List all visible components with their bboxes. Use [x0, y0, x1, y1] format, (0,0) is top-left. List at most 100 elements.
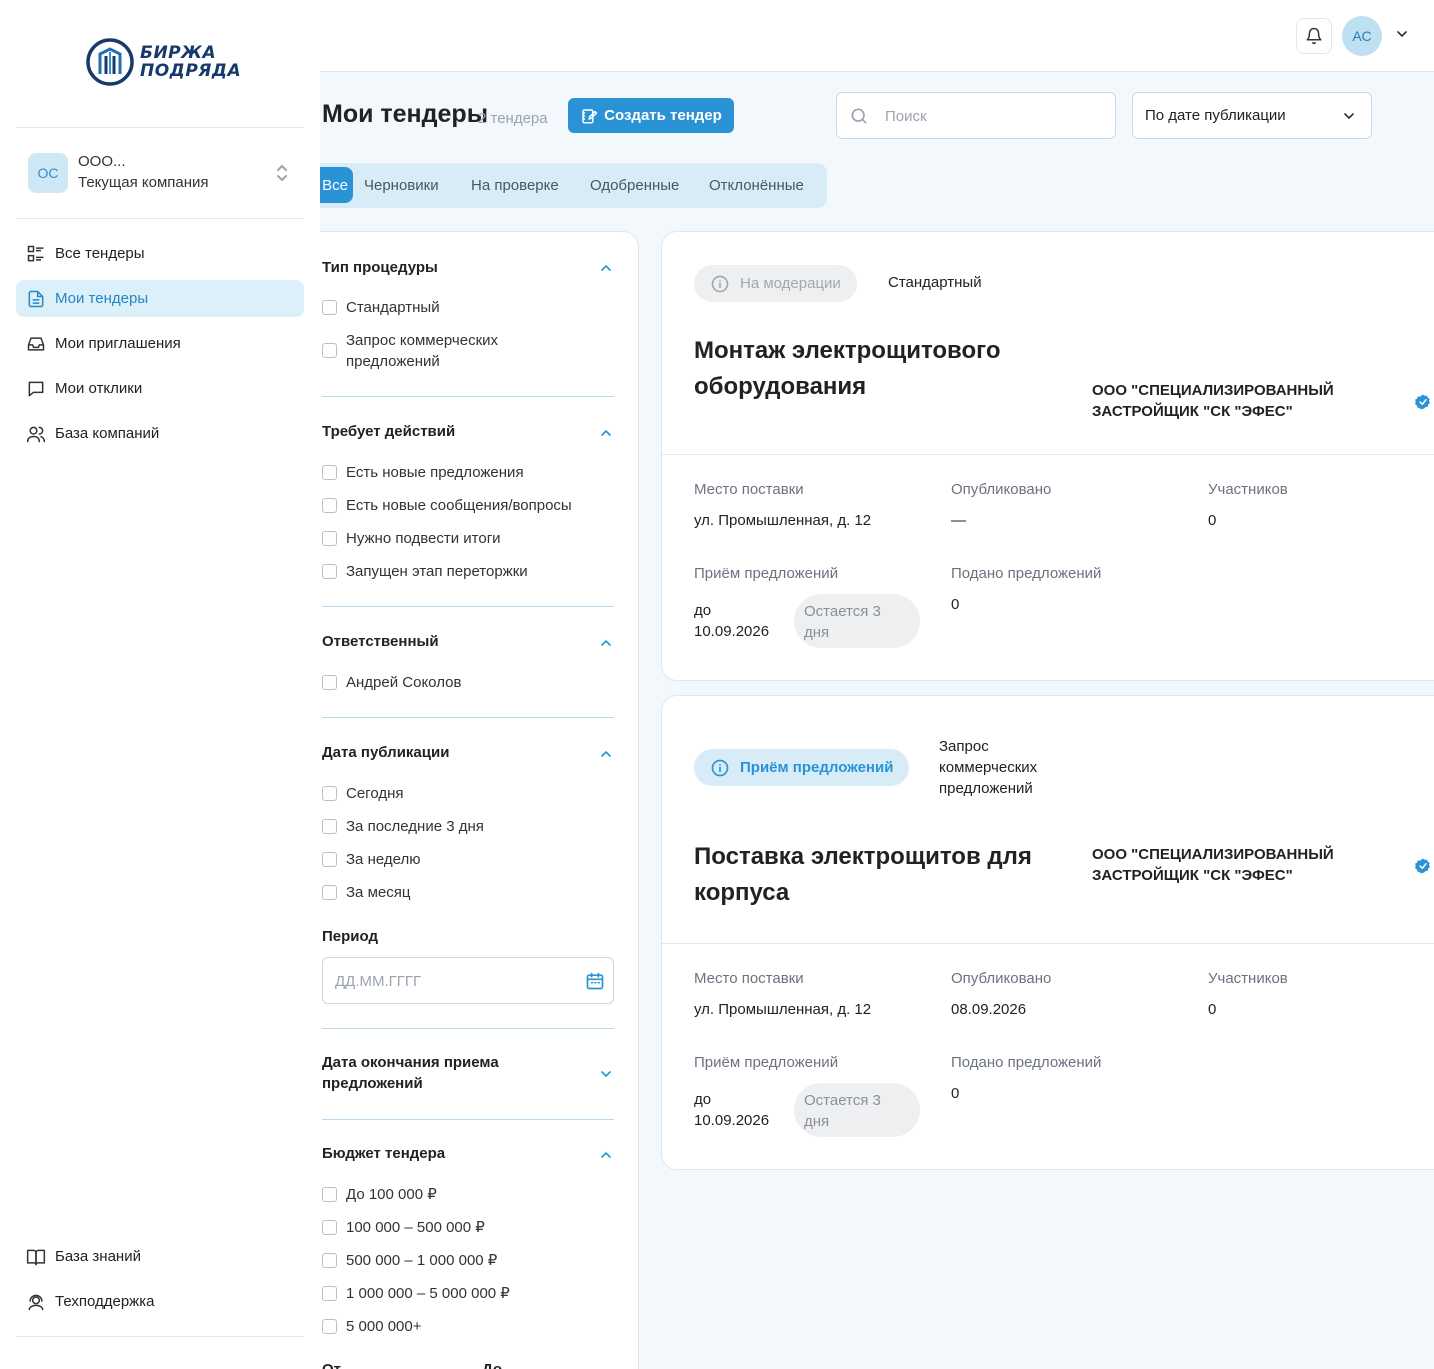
bell-icon [1306, 27, 1322, 45]
filter-procedure-title: Тип процедуры [322, 259, 438, 276]
filter-option[interactable]: Запущен этап переторжки [322, 561, 528, 582]
sort-value: По дате публикации [1145, 107, 1286, 124]
filter-option[interactable]: За неделю [322, 849, 420, 870]
checkbox[interactable] [322, 300, 337, 315]
filter-responsible-title: Ответственный [322, 633, 439, 650]
filter-option[interactable]: Сегодня [322, 783, 404, 804]
tab-drafts[interactable]: Черновики [364, 163, 439, 208]
place-value: ул. Промышленная, д. 12 [694, 1001, 872, 1018]
period-field[interactable] [322, 957, 614, 1004]
tab-review[interactable]: На проверке [471, 163, 559, 208]
submitted-value: 0 [951, 596, 960, 613]
tab-rejected[interactable]: Отклонённые [709, 163, 804, 208]
filter-option[interactable]: Стандартный [322, 297, 440, 318]
filter-option[interactable]: Есть новые предложения [322, 462, 524, 483]
checkbox[interactable] [322, 786, 337, 801]
tab-approved[interactable]: Одобренные [590, 163, 679, 208]
checkbox[interactable] [322, 343, 337, 358]
company-avatar: ОС [28, 153, 68, 193]
logo[interactable]: БИРЖА ПОДРЯДА [86, 38, 241, 86]
tender-title[interactable]: Поставка электрощитов для корпуса [694, 839, 1064, 911]
chevron-up-icon[interactable] [598, 1147, 614, 1163]
checkbox[interactable] [322, 1220, 337, 1235]
checkbox[interactable] [322, 465, 337, 480]
filter-option[interactable]: 1 000 000 – 5 000 000 ₽ [322, 1283, 510, 1304]
checkbox[interactable] [322, 852, 337, 867]
checkbox[interactable] [322, 531, 337, 546]
divider [322, 1028, 614, 1029]
checkbox[interactable] [322, 675, 337, 690]
procedure-type: Запрос коммерческих предложений [939, 738, 1038, 797]
participants-label: Участников [1208, 970, 1288, 987]
filter-option[interactable]: До 100 000 ₽ [322, 1184, 437, 1205]
sidebar-item-companies[interactable]: База компаний [16, 415, 304, 452]
period-label: Период [322, 928, 378, 945]
search-input[interactable] [885, 105, 1105, 127]
user-avatar[interactable]: АС [1342, 16, 1382, 56]
checkbox[interactable] [322, 498, 337, 513]
chevron-down-icon [1344, 113, 1354, 120]
filter-pubdate-title: Дата публикации [322, 744, 450, 761]
filter-option[interactable]: 100 000 – 500 000 ₽ [322, 1217, 485, 1238]
divider [322, 396, 614, 397]
tender-card[interactable]: Приём предложений Запрос коммерческих пр… [661, 695, 1434, 1170]
filter-option[interactable]: 500 000 – 1 000 000 ₽ [322, 1250, 497, 1271]
sidebar-item-my-tenders[interactable]: Мои тендеры [16, 280, 304, 317]
filter-option[interactable]: Нужно подвести итоги [322, 528, 501, 549]
sidebar-item-support[interactable]: Техподдержка [16, 1283, 304, 1320]
participants-label: Участников [1208, 481, 1288, 498]
chevron-down-icon[interactable] [1394, 26, 1410, 42]
sidebar-item-invitations[interactable]: Мои приглашения [16, 325, 304, 362]
create-tender-label: Создать тендер [604, 107, 722, 124]
checkbox[interactable] [322, 564, 337, 579]
reception-label: Приём предложений [694, 1054, 839, 1071]
filter-option[interactable]: За последние 3 дня [322, 816, 484, 837]
checkbox[interactable] [322, 1319, 337, 1334]
divider [322, 1119, 614, 1120]
book-icon [26, 1249, 46, 1265]
period-date-input[interactable] [335, 970, 575, 992]
filter-option[interactable]: Есть новые сообщения/вопросы [322, 495, 572, 516]
filter-option[interactable]: За месяц [322, 882, 410, 903]
checkbox[interactable] [322, 1187, 337, 1202]
divider [16, 218, 304, 219]
filter-option[interactable]: Андрей Соколов [322, 672, 461, 693]
tab-all[interactable]: Все [320, 167, 353, 203]
checkbox[interactable] [322, 885, 337, 900]
checkbox[interactable] [322, 1286, 337, 1301]
chevron-up-icon[interactable] [598, 635, 614, 651]
sidebar-item-knowledge-base[interactable]: База знаний [16, 1238, 304, 1275]
filter-option[interactable]: 5 000 000+ [322, 1316, 422, 1337]
support-icon [28, 1294, 44, 1310]
chevron-up-icon[interactable] [598, 260, 614, 276]
tender-card[interactable]: На модерации Стандартный Монтаж электрощ… [661, 231, 1434, 681]
sort-select[interactable]: По дате публикации [1132, 92, 1372, 139]
chevron-up-icon[interactable] [598, 425, 614, 441]
chevron-down-icon[interactable] [598, 1066, 614, 1082]
page-title: Мои тендеры [322, 100, 489, 128]
checkbox[interactable] [322, 1253, 337, 1268]
tender-title[interactable]: Монтаж электрощитового оборудования [694, 333, 1064, 405]
divider [322, 717, 614, 718]
published-label: Опубликовано [951, 970, 1052, 987]
submitted-label: Подано предложений [951, 565, 1102, 582]
chevron-up-icon[interactable] [598, 746, 614, 762]
search-icon [851, 108, 867, 124]
notifications-button[interactable] [1296, 18, 1332, 54]
sidebar-item-responses[interactable]: Мои отклики [16, 370, 304, 407]
company-name: ООО... [78, 153, 126, 170]
place-label: Место поставки [694, 970, 804, 987]
create-tender-button[interactable]: Создать тендер [568, 98, 734, 133]
search-box[interactable] [836, 92, 1116, 139]
checkbox[interactable] [322, 819, 337, 834]
company-switcher[interactable]: ОС ООО... Текущая компания [28, 153, 298, 193]
budget-from-label: От [322, 1361, 341, 1369]
filter-option[interactable]: Запрос коммерческих предложений [322, 330, 552, 372]
sidebar-item-all-tenders[interactable]: Все тендеры [16, 235, 304, 272]
top-header: АС [320, 0, 1434, 72]
reception-label: Приём предложений [694, 565, 839, 582]
tender-count: 2 тендера [478, 110, 548, 127]
calendar-icon[interactable] [585, 971, 605, 991]
divider [662, 943, 1434, 944]
users-icon [26, 426, 46, 442]
